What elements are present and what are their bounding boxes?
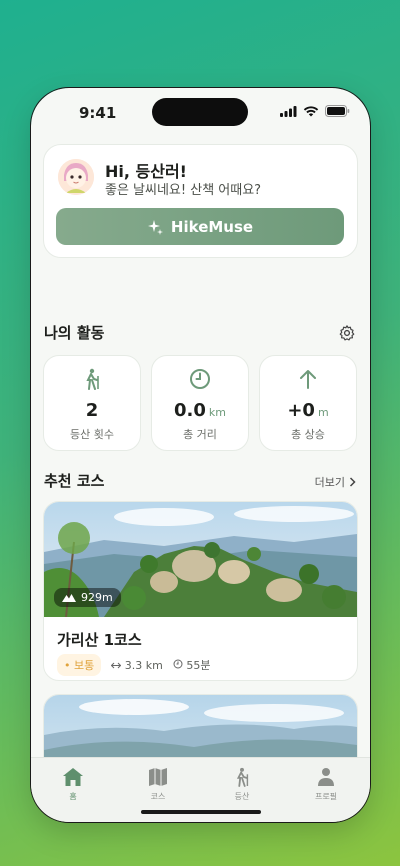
tab-home[interactable]: 홈: [53, 766, 93, 802]
stat-total-distance: 0.0 km 총 거리: [151, 355, 249, 451]
tab-label: 코스: [150, 792, 166, 801]
hikemuse-button[interactable]: HikeMuse: [56, 208, 344, 245]
elevation-value: 929m: [81, 591, 113, 604]
course-image: 929m: [44, 502, 357, 617]
clock-icon: [173, 659, 183, 669]
recommended-title: 추천 코스: [44, 472, 105, 490]
chevron-right-icon: [349, 477, 356, 487]
see-more-label: 더보기: [314, 476, 345, 489]
dynamic-island: [152, 98, 248, 126]
difficulty-label: 보통: [74, 659, 95, 672]
hiker-icon: [236, 767, 249, 787]
stat-total-ascent: +0 m 총 상승: [259, 355, 357, 451]
tab-label: 등산: [234, 792, 250, 801]
stat-unit: m: [317, 406, 329, 419]
phone-frame: 9:41 Hi, 등산러! 좋은 날씨네요! 산책 어때요? HikeMuse …: [30, 87, 371, 823]
mountain-icon: [62, 594, 76, 602]
activity-title: 나의 활동: [44, 324, 105, 342]
course-card[interactable]: 866m: [43, 694, 358, 758]
home-icon: [63, 768, 83, 786]
stat-hike-count: 2 등산 횟수: [43, 355, 141, 451]
home-indicator: [141, 810, 261, 814]
avatar[interactable]: [58, 159, 94, 195]
course-card[interactable]: 929m 가리산 1코스 • 보통 3.3 km 55분: [43, 501, 358, 681]
hiker-icon: [86, 368, 99, 390]
tab-bar: 홈 코스 등산 프로필: [31, 757, 370, 822]
sparkle-icon: [147, 219, 163, 235]
stat-value: 0.0: [174, 400, 206, 421]
stat-value: 2: [85, 400, 99, 421]
tab-hiking[interactable]: 등산: [222, 766, 262, 802]
wifi-icon: [303, 105, 319, 116]
duration-meta: 55분: [173, 657, 211, 673]
course-name: 가리산 1코스: [57, 631, 142, 649]
hikemuse-button-label: HikeMuse: [170, 217, 254, 236]
arrows-horizontal-icon: [111, 662, 122, 668]
arrow-up-icon: [300, 370, 316, 389]
course-image: 866m: [44, 695, 357, 758]
person-icon: [318, 768, 334, 786]
elevation-badge: 929m: [54, 588, 121, 607]
status-time: 9:41: [79, 104, 117, 122]
home-scroll[interactable]: Hi, 등산러! 좋은 날씨네요! 산책 어때요? HikeMuse 나의 활동: [31, 134, 370, 758]
stat-label: 총 상승: [291, 428, 325, 441]
status-bar: 9:41: [31, 88, 370, 134]
battery-icon: [325, 105, 350, 117]
map-icon: [149, 768, 167, 786]
stat-label: 등산 횟수: [70, 428, 114, 441]
tab-label: 홈: [69, 792, 77, 801]
stat-value: +0: [287, 400, 315, 421]
course-meta: • 보통 3.3 km 55분: [57, 654, 210, 676]
distance-meta: 3.3 km: [111, 659, 163, 672]
greeting-card: Hi, 등산러! 좋은 날씨네요! 산책 어때요? HikeMuse: [43, 144, 358, 258]
course-duration: 55분: [186, 659, 211, 672]
course-distance: 3.3 km: [124, 658, 163, 672]
gear-icon[interactable]: [338, 324, 356, 342]
greeting-subtitle: 좋은 날씨네요! 산책 어때요?: [105, 183, 262, 198]
see-more-link[interactable]: 더보기: [315, 474, 356, 490]
clock-icon: [190, 369, 210, 389]
difficulty-badge: • 보통: [57, 654, 102, 676]
signal-icon: [280, 105, 297, 117]
stat-label: 총 거리: [183, 428, 217, 441]
tab-label: 프로필: [314, 792, 338, 801]
stat-unit: km: [208, 406, 226, 419]
tab-course[interactable]: 코스: [138, 766, 178, 802]
tab-profile[interactable]: 프로필: [306, 766, 346, 802]
status-icons: [280, 105, 350, 117]
